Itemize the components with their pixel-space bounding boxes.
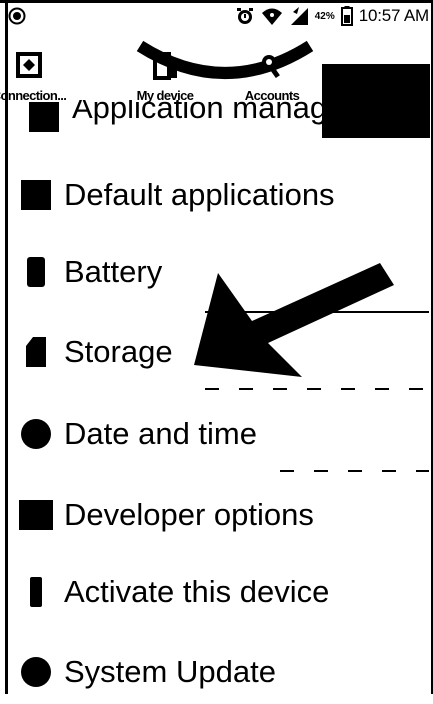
apps-icon (29, 102, 59, 132)
list-item-label: Date and time (64, 416, 257, 451)
list-item-label: Developer options (64, 497, 314, 532)
list-item-label: Default applications (64, 177, 335, 212)
status-icons: 42% 10:57 AM (235, 6, 429, 26)
accounts-icon (262, 55, 280, 79)
divider (205, 388, 429, 390)
list-item-label: System Update (64, 654, 276, 689)
alarm-icon (236, 8, 253, 24)
square-icon (21, 180, 51, 210)
update-icon (21, 657, 51, 687)
tab-my-device[interactable]: My device (112, 26, 218, 110)
battery-icon (27, 257, 45, 287)
annotation-arrow (194, 263, 394, 377)
phone-icon (30, 577, 42, 607)
list-item-developer-options[interactable]: Developer options (8, 483, 431, 547)
notification-icon (8, 7, 26, 25)
tab-connections[interactable]: Connection... (0, 26, 84, 110)
battery-icon (340, 6, 353, 26)
list-item-label: Application manager (72, 100, 355, 125)
list-item-label: Battery (64, 254, 163, 289)
list-item-system-update[interactable]: System Update (8, 640, 431, 704)
list-item-application-manager[interactable]: Application manager (8, 100, 408, 140)
my-device-icon (153, 52, 177, 80)
developer-icon (19, 500, 53, 530)
battery-percent: 42% (314, 10, 335, 22)
list-item-label: Activate this device (64, 574, 330, 609)
divider (280, 470, 429, 472)
connections-icon (16, 52, 42, 78)
list-item-activate-this-device[interactable]: Activate this device (8, 560, 431, 624)
list-item-default-applications[interactable]: Default applications (8, 163, 431, 227)
list-item-date-and-time[interactable]: Date and time (8, 402, 431, 466)
clock-icon (21, 419, 51, 449)
status-clock: 10:57 AM (358, 6, 429, 25)
wifi-icon (261, 8, 282, 25)
tab-accounts[interactable]: Accounts (222, 26, 322, 110)
sd-card-icon (26, 337, 46, 367)
tab-bar: Connection... My device Accounts (0, 26, 433, 138)
signal-icon (290, 7, 308, 25)
list-item-label: Storage (64, 334, 173, 369)
